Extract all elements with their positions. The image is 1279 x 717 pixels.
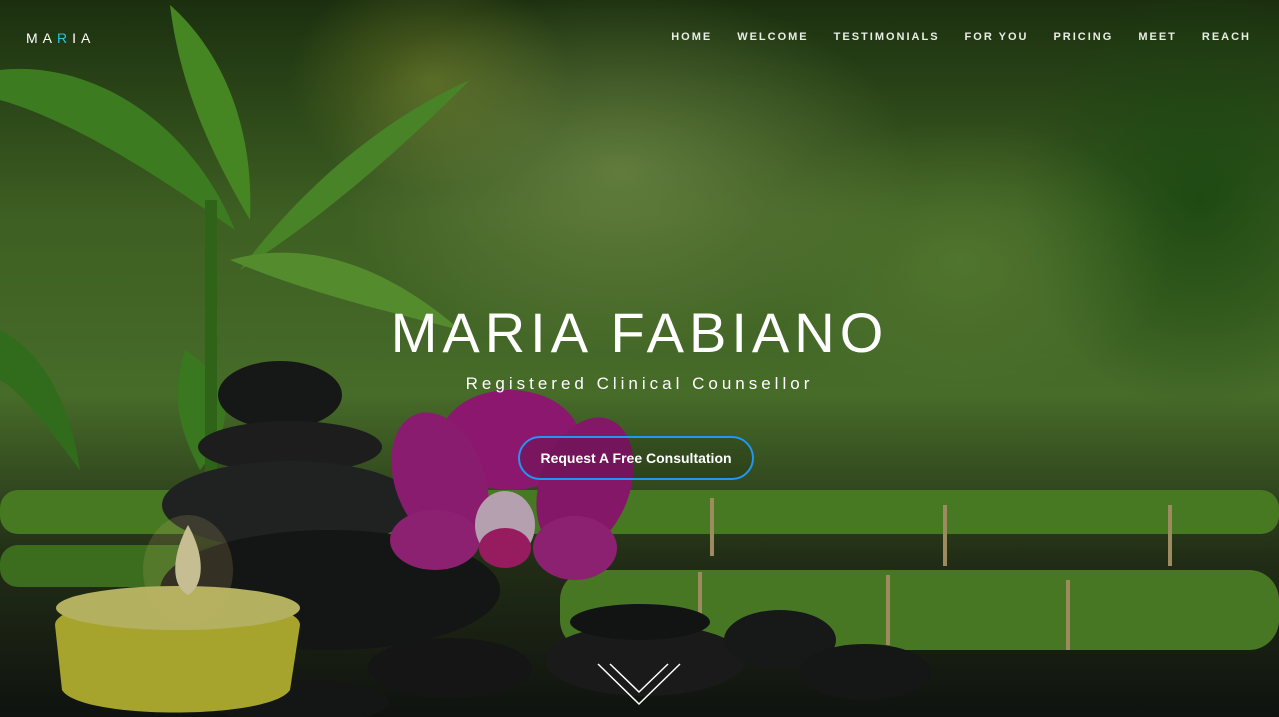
brand-logo-text: I: [72, 30, 82, 46]
main-nav: HOME WELCOME TESTIMONIALS FOR YOU PRICIN…: [646, 31, 1251, 43]
nav-item-reach[interactable]: REACH: [1202, 31, 1251, 43]
brand-logo[interactable]: MARIA: [26, 30, 95, 46]
brand-logo-text: MA: [26, 30, 57, 46]
brand-logo-text: A: [81, 30, 96, 46]
chevron-down-icon[interactable]: [596, 660, 682, 708]
brand-logo-accent-letter: R: [57, 30, 73, 46]
nav-item-testimonials[interactable]: TESTIMONIALS: [834, 31, 940, 43]
hero-title: MARIA FABIANO: [390, 300, 889, 364]
nav-item-meet[interactable]: MEET: [1138, 31, 1177, 43]
hero-subtitle: Registered Clinical Counsellor: [465, 374, 814, 393]
request-consultation-button[interactable]: Request A Free Consultation: [518, 436, 754, 480]
nav-item-pricing[interactable]: PRICING: [1053, 31, 1113, 43]
nav-item-welcome[interactable]: WELCOME: [737, 31, 808, 43]
nav-item-home[interactable]: HOME: [671, 31, 712, 43]
nav-item-for-you[interactable]: FOR YOU: [965, 31, 1029, 43]
